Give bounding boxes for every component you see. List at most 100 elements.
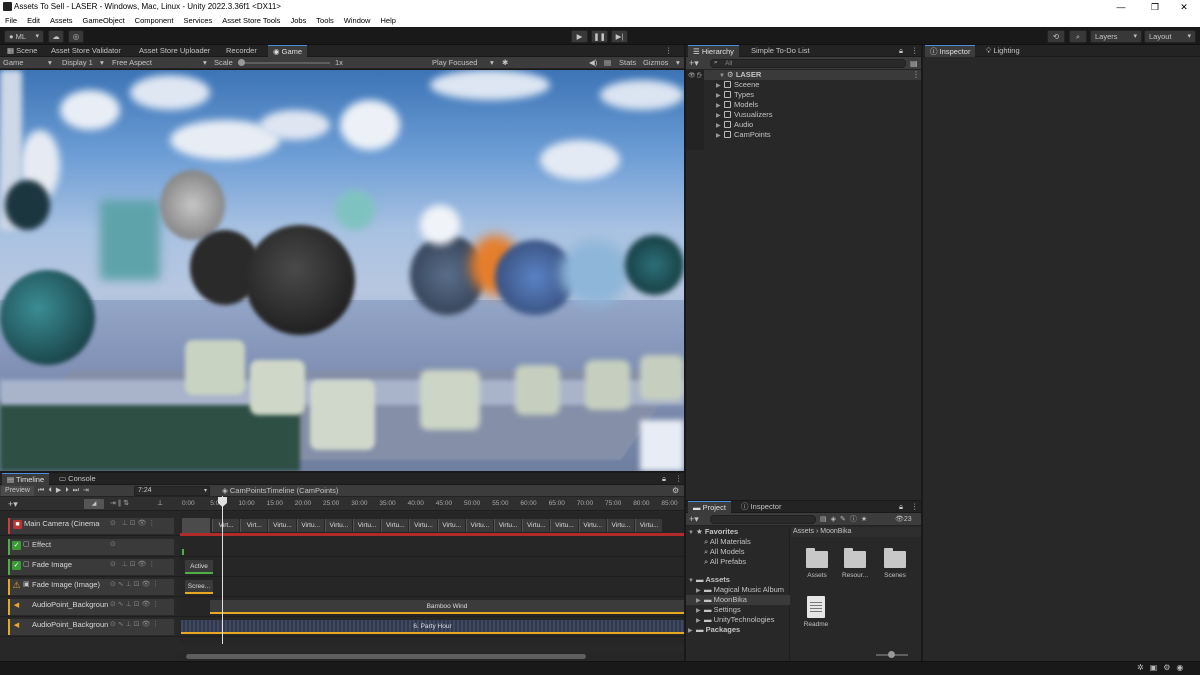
- tab-inspector-2[interactable]: ⓘ Inspector: [736, 501, 786, 513]
- view-dropdown-arrow-icon[interactable]: ▾: [48, 57, 52, 69]
- camera-shot-clip[interactable]: Virt...: [212, 519, 240, 532]
- camera-shot-clip[interactable]: Virtu...: [381, 519, 409, 532]
- activation-check-icon[interactable]: ✓: [12, 561, 21, 570]
- menu-component[interactable]: Component: [130, 14, 179, 27]
- menu-window[interactable]: Window: [339, 14, 376, 27]
- camera-shot-clip[interactable]: Virtu...: [296, 519, 324, 532]
- tab-asset-store-validator[interactable]: Asset Store Validator: [46, 45, 126, 57]
- camera-shot-clip[interactable]: Virtu...: [522, 519, 550, 532]
- scale-slider[interactable]: [238, 59, 330, 66]
- tab-recorder[interactable]: Recorder: [221, 45, 262, 57]
- active-clip[interactable]: Active: [185, 560, 213, 574]
- display-stats-icon[interactable]: ▤: [604, 57, 611, 69]
- panel-menu-icon[interactable]: ⋮: [906, 501, 924, 513]
- play-timeline-icon[interactable]: ▶: [56, 487, 65, 494]
- add-object-button[interactable]: +▾: [689, 57, 699, 70]
- tab-scene[interactable]: ▦ Scene: [2, 45, 42, 57]
- breadcrumb-assets[interactable]: Assets: [791, 528, 814, 535]
- gizmos-dropdown[interactable]: Gizmos: [643, 57, 668, 69]
- favorite-all-models[interactable]: ⌕ All Models: [704, 547, 744, 557]
- camera-shot-clip[interactable]: Virtu...: [465, 519, 493, 532]
- frame-dropdown-arrow-icon[interactable]: ▾: [204, 485, 207, 497]
- favorite-all-prefabs[interactable]: ⌕ All Prefabs: [704, 557, 746, 567]
- tab-asset-store-uploader[interactable]: Asset Store Uploader: [134, 45, 215, 57]
- tab-game[interactable]: ◉ Game: [268, 45, 308, 57]
- pause-button[interactable]: ❚❚: [591, 30, 608, 43]
- close-button[interactable]: ✕: [1168, 0, 1200, 14]
- search-options-icon[interactable]: ▤: [910, 57, 918, 70]
- camera-shot-clip[interactable]: Virtu...: [606, 519, 634, 532]
- tab-simple-todo-list[interactable]: Simple To-Do List: [746, 45, 815, 57]
- tab-console[interactable]: ▭ Console: [54, 473, 101, 485]
- tab-inspector[interactable]: ⓘ Inspector: [925, 45, 976, 57]
- packages-section[interactable]: ▶ ▬ Packages: [688, 625, 740, 636]
- frame-field[interactable]: 7:24: [134, 486, 210, 496]
- create-asset-button[interactable]: +▾: [689, 513, 699, 526]
- asset-folder-scenes[interactable]: Scenes: [875, 548, 915, 579]
- tab-lighting[interactable]: 💡︎ Lighting: [981, 45, 1025, 57]
- history-icon[interactable]: ⟲: [1047, 30, 1065, 43]
- asset-folder-assets[interactable]: Assets: [797, 548, 837, 579]
- loop-icon[interactable]: ⇥: [83, 487, 93, 494]
- breadcrumb-moonbika[interactable]: MoonBika: [820, 528, 851, 535]
- visibility-icon[interactable]: 👁︎✋︎: [688, 71, 703, 81]
- track-main-camera[interactable]: ■ Main Camera (Cinemachine Brain) ⊙ ⊥ ⊡ …: [0, 516, 684, 536]
- layers-dropdown[interactable]: Layers: [1090, 30, 1142, 43]
- camera-shot-clip[interactable]: Virtu...: [353, 519, 381, 532]
- aspect-dropdown[interactable]: Free Aspect: [112, 57, 152, 69]
- tab-hierarchy[interactable]: ☰ Hierarchy: [688, 45, 739, 57]
- timeline-scrollbar-thumb[interactable]: [186, 654, 586, 659]
- track-controls[interactable]: ⊙ ⊥ ⊡ 👁︎ ⋮: [110, 516, 155, 532]
- camera-shot-clip[interactable]: Virt...: [240, 519, 268, 532]
- panel-menu-icon[interactable]: ⋮: [660, 45, 678, 57]
- minimize-button[interactable]: —: [1105, 0, 1137, 14]
- panel-menu-icon[interactable]: ⋮: [906, 45, 924, 57]
- play-mode-dropdown[interactable]: Play Focused: [432, 57, 477, 69]
- track-controls[interactable]: ⊙ ∿ ⊥ ⊡ 👁︎ ⋮: [110, 617, 159, 633]
- marker-pin-icon[interactable]: ⊥: [157, 497, 163, 511]
- search-icon[interactable]: ⌕: [1069, 30, 1087, 43]
- track-controls[interactable]: ⊙ ∿ ⊥ ⊡ 👁︎ ⋮: [110, 577, 159, 593]
- bamboo-wind-clip[interactable]: Bamboo Wind: [210, 600, 684, 614]
- go-to-end-icon[interactable]: ⏭: [73, 487, 83, 494]
- play-mode-arrow-icon[interactable]: ▾: [490, 57, 494, 69]
- icon-size-slider-handle[interactable]: [888, 651, 895, 658]
- display-dropdown-arrow-icon[interactable]: ▾: [100, 57, 104, 69]
- track-audiopoint-background-1[interactable]: ◀ AudioPoint_Background ⊙ ∿ ⊥ ⊡ 👁︎ ⋮ Bam…: [0, 597, 684, 617]
- timeline-ruler[interactable]: 0:00 5:00 10:00 15:00 20:00 25:00 30:00 35:00 40…: [176, 497, 684, 511]
- project-search-input[interactable]: [710, 515, 816, 524]
- track-fade-image[interactable]: ✓ ▢ Fade Image ⊙ ⊥ ⊡ 👁︎ ⋮ Active: [0, 557, 684, 577]
- menu-gameobject[interactable]: GameObject: [78, 14, 130, 27]
- hierarchy-search-input[interactable]: ⌕ All: [710, 59, 906, 68]
- camera-blend-clip[interactable]: [182, 518, 210, 534]
- track-effect[interactable]: ✓ ▢ Effect ⊙: [0, 537, 684, 557]
- timeline-asset-name[interactable]: ◈ CamPointsTimeline (CamPoints): [222, 485, 338, 497]
- track-fade-image-image[interactable]: ⚠ ▣ Fade Image (Image) ⊙ ∿ ⊥ ⊡ 👁︎ ⋮ Scre…: [0, 577, 684, 597]
- icon-size-slider[interactable]: [876, 651, 908, 658]
- timeline-settings-icon[interactable]: ⚙: [672, 485, 679, 497]
- restore-button[interactable]: ❐: [1139, 0, 1171, 14]
- collab-icon[interactable]: ◎: [68, 30, 84, 43]
- menu-file[interactable]: File: [0, 14, 22, 27]
- scale-slider-handle[interactable]: [238, 59, 245, 66]
- menu-edit[interactable]: Edit: [22, 14, 45, 27]
- menu-assets[interactable]: Assets: [45, 14, 78, 27]
- party-hour-clip[interactable]: 6. Party Hour: [181, 620, 684, 634]
- panel-menu-icon[interactable]: ⋮: [670, 473, 688, 485]
- camera-shot-clip[interactable]: Virtu...: [635, 519, 663, 532]
- go-to-start-icon[interactable]: ⏮: [38, 487, 48, 494]
- track-audiopoint-background-2[interactable]: ◀ AudioPoint_Background ⊙ ∿ ⊥ ⊡ 👁︎ ⋮ 6. …: [0, 617, 684, 637]
- hierarchy-item-campoints[interactable]: ▶ CamPoints: [716, 130, 771, 141]
- camera-shot-clip[interactable]: Virtu...: [494, 519, 522, 532]
- track-controls[interactable]: ⊙ ∿ ⊥ ⊡ 👁︎ ⋮: [110, 597, 159, 613]
- bug-icon[interactable]: ✱: [502, 57, 508, 69]
- asset-folder-resources[interactable]: Resour...: [835, 548, 875, 579]
- track-filter-icon[interactable]: ◢: [84, 499, 104, 509]
- prev-frame-icon[interactable]: ⏴: [48, 487, 56, 494]
- camera-shot-clip[interactable]: Virtu...: [324, 519, 352, 532]
- timeline-scrollbar[interactable]: [176, 653, 684, 660]
- project-filter-icons[interactable]: ▤◈✎ⓘ★: [820, 513, 871, 526]
- asset-readme[interactable]: Readme: [796, 596, 836, 628]
- camera-shot-clip[interactable]: Virtu...: [437, 519, 465, 532]
- account-dropdown[interactable]: ● ML: [4, 30, 44, 43]
